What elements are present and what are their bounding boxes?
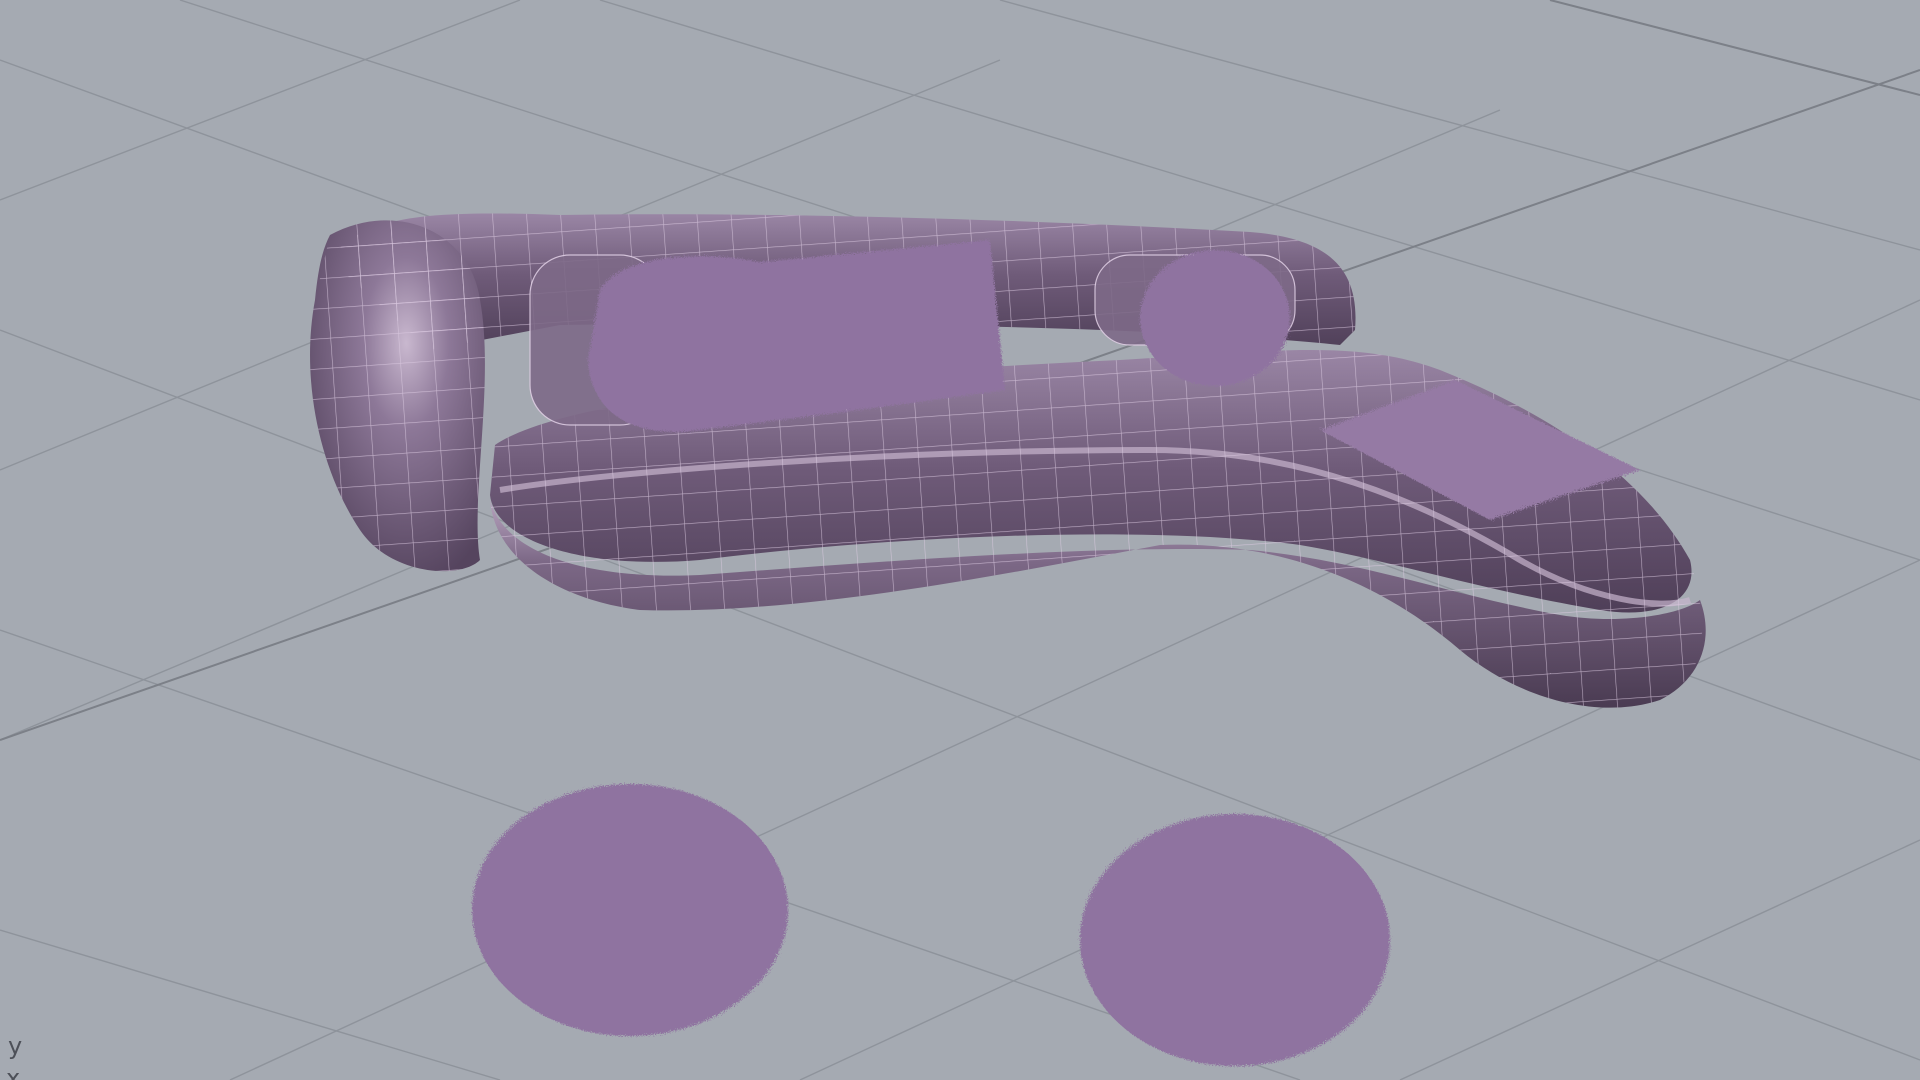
fur-cushion-round[interactable] — [1140, 250, 1290, 386]
axis-gizmo: y x — [0, 1020, 60, 1080]
fur-pouf-left[interactable] — [472, 784, 788, 1036]
axis-y-label: y — [8, 1032, 23, 1060]
grid-major-axis-2 — [1549, 0, 1920, 96]
axis-x-label: x — [6, 1064, 21, 1080]
3d-viewport[interactable]: y x — [0, 0, 1920, 1080]
fur-pouf-right[interactable] — [1080, 814, 1390, 1066]
scene-canvas[interactable] — [0, 0, 1920, 1080]
